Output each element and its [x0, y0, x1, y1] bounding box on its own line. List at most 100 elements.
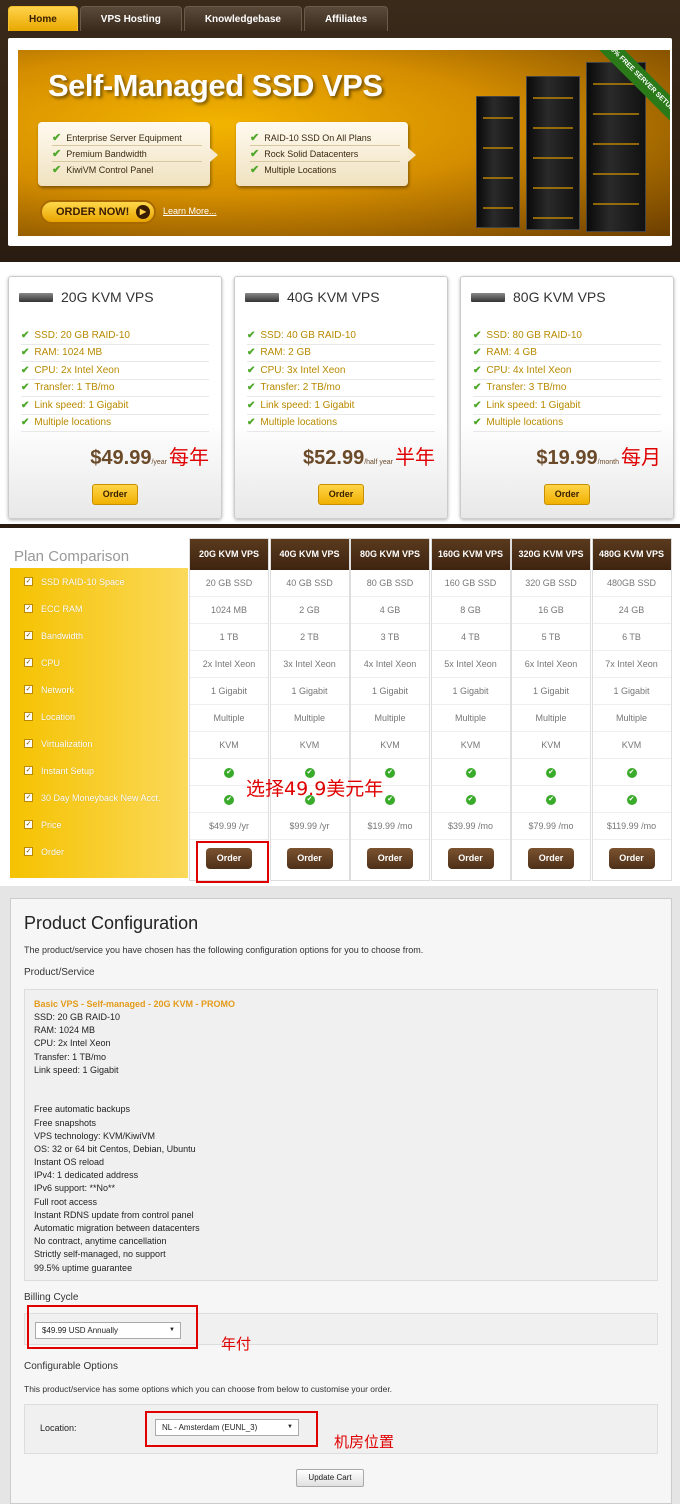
- annotation-text: 每年: [169, 447, 209, 469]
- annotation-text: 选择49.9美元年: [246, 778, 384, 800]
- plan-card-40g: 40G KVM VPS ✔ SSD: 40 GB RAID-10 ✔ RAM: 2 …: [234, 276, 448, 519]
- table-cell: 1 Gigabit: [512, 678, 590, 705]
- plan-card-title: 40G KVM VPS: [287, 289, 380, 305]
- table-cell: 80 GB SSD: [351, 570, 429, 597]
- spec-item: ✔ RAM: 4 GB: [473, 345, 661, 362]
- feature-item: ✔ Rock Solid Datacenters: [250, 146, 400, 162]
- order-button[interactable]: Order: [544, 484, 590, 505]
- spec-item: ✔ Multiple locations: [21, 415, 209, 432]
- server-rack-image: 100% FREE SERVER SETUP: [468, 50, 670, 234]
- product-feature-line: Full root access: [34, 1196, 98, 1207]
- table-cell: 4 TB: [431, 624, 510, 651]
- product-feature-line: OS: 32 or 64 bit Centos, Debian, Ubuntu: [34, 1143, 196, 1154]
- spec-item: ✔ Link speed: 1 Gigabit: [247, 397, 435, 415]
- feature-box-left: ✔ Enterprise Server Equipment ✔ Premium Ba…: [38, 122, 218, 186]
- spec-item: ✔ Link speed: 1 Gigabit: [473, 397, 661, 415]
- tab-affiliates[interactable]: Affiliates: [303, 6, 389, 31]
- table-cell: Multiple: [351, 705, 429, 732]
- product-config-section: Product Configuration The product/servic…: [0, 886, 680, 1504]
- tab-knowledgebase[interactable]: Knowledgebase: [183, 6, 302, 31]
- table-cell: 2x Intel Xeon: [190, 651, 268, 678]
- table-cell: ✔: [592, 786, 671, 813]
- checkmark-icon: ✔: [250, 131, 260, 144]
- checkbox-icon: ✓: [24, 847, 33, 856]
- plan-card-20g: 20G KVM VPS ✔ SSD: 20 GB RAID-10 ✔ RAM: 10…: [8, 276, 222, 519]
- product-name: Basic VPS - Self-managed - 20G KVM - PRO…: [34, 999, 236, 1009]
- feature-row: ✓ Virtualization: [24, 738, 93, 749]
- table-cell: ✔: [512, 786, 590, 813]
- order-button[interactable]: Order: [318, 484, 364, 505]
- spec-item: ✔ CPU: 4x Intel Xeon: [473, 362, 661, 380]
- configurable-heading: Configurable Options: [24, 1361, 118, 1372]
- spec-item: ✔ Multiple locations: [473, 415, 661, 432]
- product-config-panel: Product Configuration The product/servic…: [10, 898, 672, 1504]
- table-cell: KVM: [351, 732, 429, 759]
- checkmark-icon: ✔: [385, 767, 395, 778]
- billing-heading: Billing Cycle: [24, 1292, 79, 1303]
- plan-column-header: 20G KVM VPS: [190, 539, 268, 570]
- checkmark-icon: ✔: [473, 382, 482, 394]
- promo-banner: Self-Managed SSD VPS ✔ Enterprise Server …: [8, 38, 672, 246]
- price-cell: $49.99 /yr: [190, 813, 268, 840]
- plan-column-header: 480G KVM VPS: [592, 539, 671, 570]
- table-cell: 1 Gigabit: [431, 678, 510, 705]
- spec-item: ✔ Link speed: 1 Gigabit: [21, 397, 209, 415]
- product-feature-line: [34, 1090, 657, 1103]
- plan-cards-section: 20G KVM VPS ✔ SSD: 20 GB RAID-10 ✔ RAM: 10…: [0, 262, 680, 528]
- checkmark-icon: ✔: [546, 767, 556, 778]
- checkbox-icon: ✓: [24, 712, 33, 721]
- plan-column: 160G KVM VPS 160 GB SSD 8 GB 4 TB 5x Intel X…: [430, 538, 511, 881]
- product-feature-line: RAM: 1024 MB: [34, 1025, 96, 1036]
- table-cell: 5 TB: [512, 624, 590, 651]
- checkmark-icon: ✔: [247, 364, 256, 376]
- checkmark-icon: ✔: [250, 164, 260, 176]
- product-details: Basic VPS - Self-managed - 20G KVM - PRO…: [24, 989, 658, 1281]
- spec-item: ✔ Transfer: 3 TB/mo: [473, 380, 661, 397]
- table-cell: KVM: [270, 732, 349, 759]
- order-button[interactable]: Order: [608, 848, 655, 869]
- order-now-button[interactable]: ORDER NOW! ▶: [40, 200, 156, 224]
- product-feature-line: CPU: 2x Intel Xeon: [34, 1038, 111, 1049]
- feature-item: ✔ Multiple Locations: [250, 164, 337, 176]
- product-feature-line: IPv4: 1 dedicated address: [34, 1170, 139, 1181]
- highlight-box: [196, 841, 269, 883]
- server-icon: [19, 292, 53, 302]
- table-cell: 1 Gigabit: [190, 678, 268, 705]
- checkmark-icon: ✔: [626, 794, 637, 805]
- product-feature-line: Instant OS reload: [34, 1157, 105, 1168]
- feature-item: ✔ KiwiVM Control Panel: [52, 164, 154, 176]
- checkmark-icon: ✔: [247, 399, 256, 411]
- order-button[interactable]: Order: [528, 848, 574, 869]
- checkmark-icon: ✔: [224, 767, 234, 778]
- update-cart-button[interactable]: Update Cart: [296, 1469, 364, 1487]
- feature-row: ✓ Price: [24, 819, 62, 830]
- checkbox-icon: ✓: [24, 820, 33, 829]
- table-cell: 2 TB: [270, 624, 349, 651]
- product-feature-line: VPS technology: KVM/KiwiVM: [34, 1130, 156, 1141]
- spec-list: ✔ SSD: 20 GB RAID-10 ✔ RAM: 1024 MB ✔ CPU: …: [21, 327, 209, 432]
- configurable-description: This product/service has some options wh…: [24, 1384, 393, 1394]
- checkmark-icon: ✔: [626, 767, 637, 778]
- feature-row: ✓ 30 Day Moneyback New Acct.: [24, 792, 161, 803]
- feature-row: ✓ Network: [24, 684, 75, 695]
- order-button[interactable]: Order: [286, 848, 333, 869]
- tab-home[interactable]: Home: [8, 6, 78, 31]
- product-feature-line: Link speed: 1 Gigabit: [34, 1064, 119, 1075]
- learn-more-link[interactable]: Learn More...: [163, 206, 217, 216]
- plan-price: $49.99/year 每年: [90, 441, 209, 470]
- product-features: SSD: 20 GB RAID-10 RAM: 1024 MB CPU: 2x In…: [34, 1011, 657, 1275]
- order-button[interactable]: Order: [367, 848, 413, 869]
- checkmark-icon: ✔: [21, 329, 30, 341]
- price-cell: $99.99 /yr: [270, 813, 349, 840]
- spec-item: ✔ RAM: 2 GB: [247, 345, 435, 362]
- tab-vps-hosting[interactable]: VPS Hosting: [79, 6, 182, 31]
- feature-row: ✓ SSD RAID-10 Space: [24, 576, 125, 587]
- order-button[interactable]: Order: [447, 848, 494, 869]
- product-feature-line: IPv6 support: **No**: [34, 1183, 116, 1194]
- order-button[interactable]: Order: [92, 484, 138, 505]
- feature-item: ✔ Enterprise Server Equipment: [52, 130, 202, 146]
- annotation-text: 年付: [221, 1335, 252, 1353]
- table-cell: 3 TB: [351, 624, 429, 651]
- banner-title: Self-Managed SSD VPS: [48, 68, 383, 103]
- checkmark-icon: ✔: [247, 329, 256, 341]
